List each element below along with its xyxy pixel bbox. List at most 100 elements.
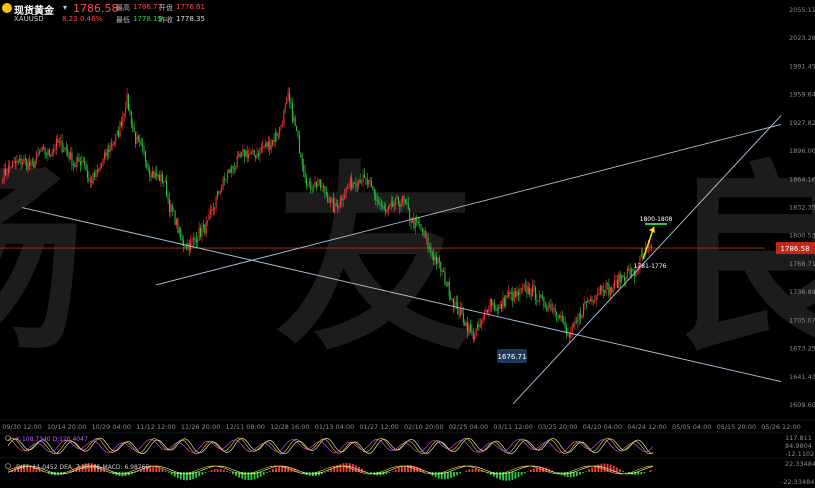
candle-body [78,157,80,162]
candle-body [571,325,573,333]
candle-body [133,127,135,133]
candle-body [366,179,368,185]
macd-histogram-bar [447,472,449,479]
macd-histogram-bar [572,472,575,477]
candle-body [267,141,269,147]
y-tick-label: 1991.45 [789,62,815,70]
candle-body [577,319,579,323]
candle-body [185,246,187,248]
macd-histogram-bar [397,468,400,472]
candle-body [5,168,7,176]
candle-body [20,158,22,165]
candle-body [616,280,618,288]
candle-body [211,209,213,211]
candle-body [407,203,409,210]
candle-body [26,160,28,170]
candle-body [300,152,302,158]
candle-body [143,147,145,152]
candle-body [351,178,353,189]
kdj-tick-label: -12.1102 [785,450,814,458]
candle-body [181,238,183,241]
candle-body [293,117,295,121]
y-tick-label: 1959.64 [789,91,815,99]
candle-body [167,196,169,200]
candle-body [441,270,443,272]
candle-body [588,300,590,302]
candle-body [30,161,32,167]
candle-body [298,135,300,153]
candle-body [113,141,115,145]
candle-body [17,160,19,162]
prev-close-value: 1778.35 [176,15,205,23]
candle-body [208,214,210,221]
candle-body [102,158,104,165]
candle-body [372,186,374,191]
macd-histogram-bar [496,472,498,479]
macd-histogram-bar [465,470,468,472]
candle-body [36,152,38,161]
candle-body [642,253,644,255]
candle-body [346,187,348,189]
candle-body [209,210,211,215]
candle-body [536,299,538,302]
candle-body [628,268,630,270]
candle-body [246,150,248,158]
chevron-down-icon[interactable]: ▾ [63,3,67,12]
macd-histogram-bar [204,472,207,473]
candle-body [142,144,144,148]
high-value: 1786.77 [133,3,162,11]
candle-body [501,304,503,309]
macd-histogram-bar [164,470,167,472]
y-tick-label: 1927.82 [789,119,815,127]
candle-body [108,149,110,153]
y-tick-label: 2023.28 [789,34,815,42]
candle-body [420,224,422,228]
x-tick-label: 12/11 08:00 [225,423,265,431]
candle-body [43,147,45,149]
candle-body [369,180,371,182]
candle-body [23,158,25,163]
candle-body [57,138,59,143]
candle-body [481,319,483,325]
candle-body [10,166,12,168]
candle-body [259,147,261,156]
candle-body [250,151,252,154]
open-label: 开盘 [159,4,173,12]
candle-body [54,148,56,150]
candle-body [150,174,152,178]
chart-canvas[interactable]: 汤 友 良 1676.71 1800-1808 1781-1776 2055.11 2… [0,0,815,488]
candle-body [195,238,197,243]
candle-body [252,150,254,152]
candle-body [115,134,117,142]
candle-body [235,166,237,170]
candle-body [602,290,604,292]
candle-body [159,174,161,182]
candle-body [437,257,439,264]
candle-body [543,297,545,307]
support-zone-label: 1781-1776 [634,263,667,270]
x-tick-label: 04/24 12:00 [627,423,667,431]
macd-histogram-bar [268,470,271,472]
x-tick-label: 12/28 16:00 [270,423,310,431]
candle-body [101,164,103,168]
macd-tick-label: -22.33484 [781,478,814,486]
candle-body [294,117,296,126]
candle-body [363,174,365,178]
macd-histogram-bar [640,472,643,475]
macd-histogram-bar [182,472,185,481]
x-tick-label: 01/27 12:00 [359,423,399,431]
candle-body [67,149,69,154]
candle-body [255,155,257,159]
candle-body [149,168,151,175]
candle-body [130,111,132,125]
candle-body [284,104,286,110]
candle-body [188,243,190,251]
candle-body [430,247,432,253]
candle-body [44,147,46,155]
candle-body [313,188,315,190]
candle-body [13,161,15,162]
candle-body [328,201,330,203]
candle-body [526,285,528,294]
macd-histogram-bar [262,472,265,475]
macd-histogram-bar [579,472,581,475]
